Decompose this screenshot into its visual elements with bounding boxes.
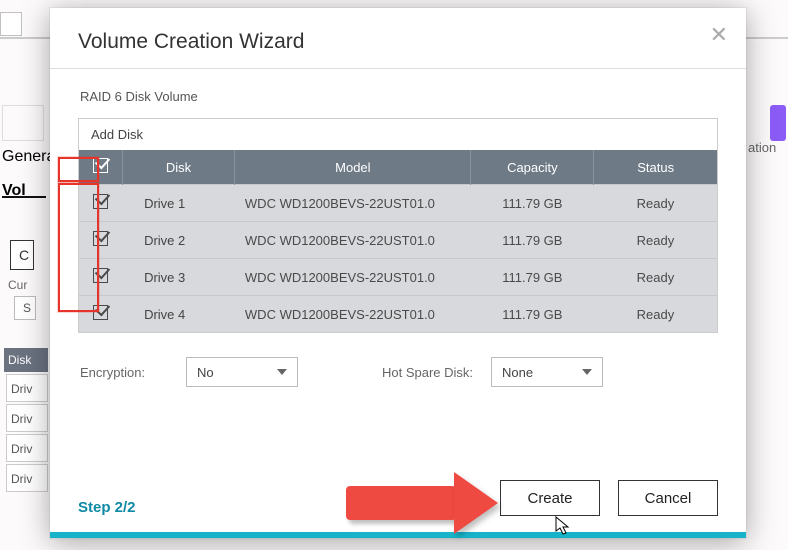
cell-disk: Drive 4 [122,296,235,333]
encryption-label: Encryption: [80,365,168,380]
row-checkbox[interactable] [93,268,108,283]
bg-row: Driv [6,404,48,432]
cell-disk: Drive 2 [122,222,235,259]
col-header-capacity[interactable]: Capacity [471,150,594,185]
row-checkbox[interactable] [93,231,108,246]
hotspare-select[interactable]: None [491,357,603,387]
close-icon[interactable]: ✕ [710,24,728,46]
table-row[interactable]: Drive 1 WDC WD1200BEVS-22UST01.0 111.79 … [79,185,717,222]
bg-label-general: Genera [2,148,55,166]
cell-disk: Drive 1 [122,185,235,222]
col-header-model[interactable]: Model [235,150,471,185]
row-checkbox[interactable] [93,194,108,209]
cell-disk: Drive 3 [122,259,235,296]
volume-type-label: RAID 6 Disk Volume [80,89,718,104]
bg-row: Driv [6,464,48,492]
select-all-checkbox[interactable] [93,158,108,173]
disk-table-wrap: Add Disk Disk Model Capacity Status [78,118,718,333]
hotspare-value: None [502,365,533,380]
cell-status: Ready [594,222,717,259]
bg-thumb [2,105,44,141]
disk-table: Disk Model Capacity Status Drive 1 WDC W… [79,150,717,332]
cell-status: Ready [594,259,717,296]
bg-tab-underline [2,196,46,198]
encryption-select[interactable]: No [186,357,298,387]
create-button[interactable]: Create [500,480,600,516]
bg-header-disk: Disk [4,348,48,372]
bg-row: Driv [6,434,48,462]
cell-model: WDC WD1200BEVS-22UST01.0 [235,259,471,296]
chevron-down-icon [277,369,287,375]
bg-splitter [0,12,22,36]
table-row[interactable]: Drive 3 WDC WD1200BEVS-22UST01.0 111.79 … [79,259,717,296]
volume-creation-wizard-modal: Volume Creation Wizard ✕ RAID 6 Disk Vol… [50,8,746,538]
col-header-disk[interactable]: Disk [122,150,235,185]
bg-row: Driv [6,374,48,402]
cell-capacity: 111.79 GB [471,185,594,222]
cancel-button[interactable]: Cancel [618,480,718,516]
modal-header: Volume Creation Wizard ✕ [50,8,746,69]
add-disk-button[interactable]: Add Disk [79,119,717,150]
row-checkbox[interactable] [93,305,108,320]
cell-capacity: 111.79 GB [471,259,594,296]
bg-button-c: C [10,240,34,270]
bg-label-cur: Cur [8,278,27,292]
bg-button-s: S [14,296,36,320]
table-row[interactable]: Drive 4 WDC WD1200BEVS-22UST01.0 111.79 … [79,296,717,333]
cell-capacity: 111.79 GB [471,296,594,333]
accent-bar [50,532,746,538]
col-header-checkbox[interactable] [79,150,122,185]
modal-footer: Create Cancel Step 2/2 [50,462,746,538]
col-header-status[interactable]: Status [594,150,717,185]
table-row[interactable]: Drive 2 WDC WD1200BEVS-22UST01.0 111.79 … [79,222,717,259]
bg-right-label: ation [748,140,788,160]
cell-status: Ready [594,185,717,222]
encryption-value: No [197,365,214,380]
options-row: Encryption: No Hot Spare Disk: None [80,357,716,387]
cell-model: WDC WD1200BEVS-22UST01.0 [235,185,471,222]
hotspare-label: Hot Spare Disk: [382,365,473,380]
modal-title: Volume Creation Wizard [78,30,718,54]
step-indicator: Step 2/2 [78,499,136,516]
cell-model: WDC WD1200BEVS-22UST01.0 [235,296,471,333]
cell-status: Ready [594,296,717,333]
bg-right-icon [770,105,786,141]
cell-model: WDC WD1200BEVS-22UST01.0 [235,222,471,259]
cell-capacity: 111.79 GB [471,222,594,259]
chevron-down-icon [582,369,592,375]
